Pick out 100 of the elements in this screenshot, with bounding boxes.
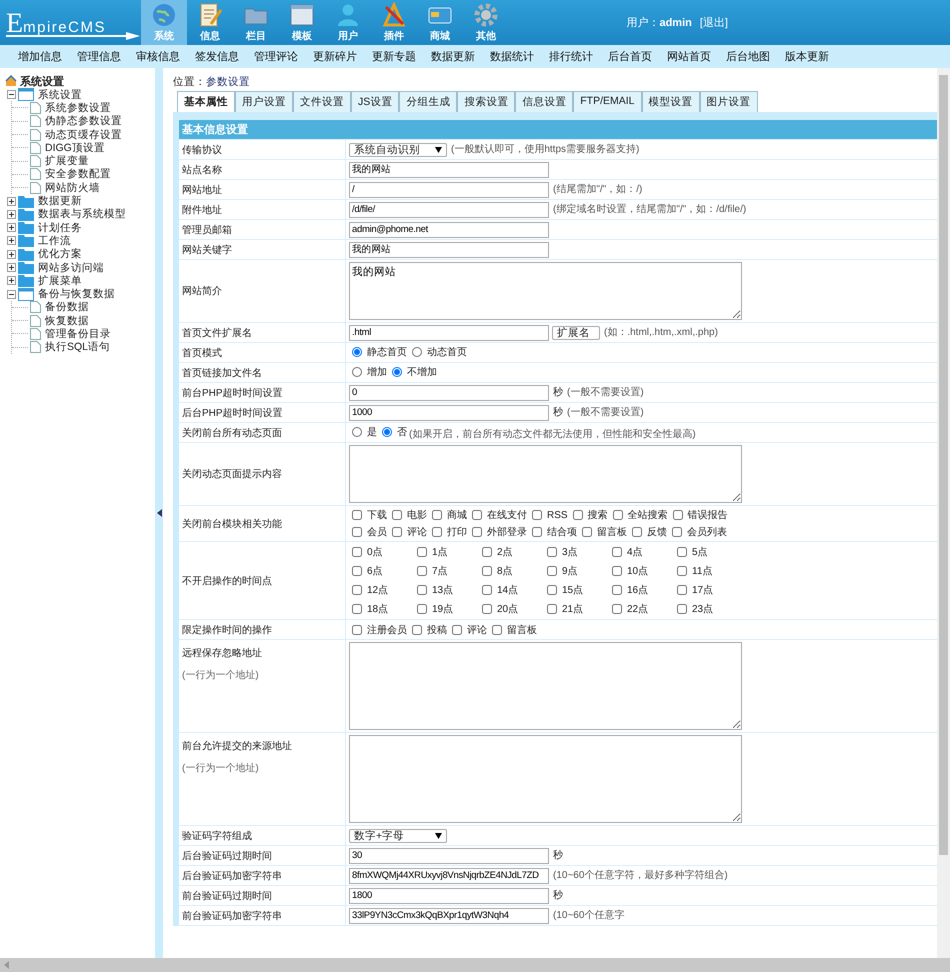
settings-tab[interactable]: JS设置 bbox=[351, 91, 400, 112]
checkbox[interactable] bbox=[352, 566, 362, 576]
radio-button[interactable] bbox=[392, 367, 402, 377]
checkbox[interactable] bbox=[417, 547, 427, 557]
tree-item[interactable]: 执行SQL语句 bbox=[45, 340, 110, 354]
scrollbar[interactable] bbox=[0, 958, 950, 972]
nav-tab[interactable]: 模板 bbox=[279, 0, 325, 45]
tree-folder[interactable]: 优化方案 bbox=[38, 247, 82, 262]
settings-tab[interactable]: 搜索设置 bbox=[457, 91, 516, 112]
nav-tab[interactable]: 插件 bbox=[371, 0, 417, 45]
tree-folder[interactable]: 扩展菜单 bbox=[38, 274, 82, 288]
tree-item[interactable]: 安全参数配置 bbox=[45, 167, 111, 182]
checkbox[interactable] bbox=[352, 547, 362, 557]
checkbox[interactable] bbox=[392, 527, 402, 537]
checkbox[interactable] bbox=[352, 527, 362, 537]
menu-link[interactable]: 数据统计 bbox=[490, 49, 534, 64]
radio-button[interactable] bbox=[382, 426, 392, 436]
checkbox[interactable] bbox=[572, 510, 583, 520]
input-field[interactable]: / bbox=[349, 182, 549, 198]
collapse-arrow-icon[interactable] bbox=[156, 509, 162, 517]
nav-tab[interactable]: 其他 bbox=[463, 0, 509, 45]
nav-tab[interactable]: 信息 bbox=[187, 0, 233, 45]
checkbox[interactable] bbox=[632, 527, 642, 537]
radio-button[interactable] bbox=[412, 347, 422, 357]
text-area[interactable] bbox=[349, 642, 742, 730]
tree-folder[interactable]: 网站多访问端 bbox=[38, 260, 104, 275]
toggle-icon[interactable] bbox=[7, 90, 16, 100]
input-field[interactable]: 8fmXWQMj44XRUxyvj8VnsNjqrbZE4NJdL7ZD bbox=[349, 868, 549, 884]
nav-tab[interactable]: 栏目 bbox=[233, 0, 279, 45]
settings-tab[interactable]: FTP/EMAIL bbox=[573, 91, 642, 112]
menu-link[interactable]: 签发信息 bbox=[195, 49, 239, 64]
settings-tab[interactable]: 基本属性 bbox=[177, 91, 235, 112]
radio-button[interactable] bbox=[352, 347, 362, 357]
input-field[interactable]: 33lP9YN3cCmx3kQqBXpr1qytW3Nqh4 bbox=[349, 908, 549, 924]
checkbox[interactable] bbox=[532, 510, 542, 520]
menu-link[interactable]: 版本更新 bbox=[785, 49, 829, 64]
checkbox[interactable] bbox=[392, 510, 402, 520]
toggle-icon[interactable] bbox=[7, 210, 16, 219]
tree-folder[interactable]: 数据更新 bbox=[38, 194, 82, 208]
input-field[interactable]: .html bbox=[349, 324, 549, 340]
input-field[interactable]: 1800 bbox=[349, 888, 549, 904]
checkbox[interactable] bbox=[352, 510, 362, 520]
checkbox[interactable] bbox=[482, 547, 492, 557]
radio-button[interactable] bbox=[352, 426, 362, 436]
menu-link[interactable]: 数据更新 bbox=[431, 49, 475, 64]
nav-tab[interactable]: 商城 bbox=[417, 0, 463, 45]
checkbox[interactable] bbox=[352, 585, 362, 595]
toggle-icon[interactable] bbox=[7, 236, 16, 246]
settings-tab[interactable]: 图片设置 bbox=[700, 91, 758, 112]
toggle-icon[interactable] bbox=[7, 196, 16, 206]
checkbox[interactable] bbox=[612, 566, 622, 576]
checkbox[interactable] bbox=[352, 624, 362, 634]
radio-button[interactable] bbox=[352, 367, 362, 377]
checkbox[interactable] bbox=[547, 604, 557, 614]
tree-item[interactable]: 系统参数设置 bbox=[45, 100, 111, 115]
input-field[interactable]: 1000 bbox=[349, 404, 549, 420]
checkbox[interactable] bbox=[432, 527, 442, 537]
menu-link[interactable]: 审核信息 bbox=[136, 49, 180, 64]
checkbox[interactable] bbox=[417, 604, 427, 614]
checkbox[interactable] bbox=[672, 510, 683, 520]
tree-item[interactable]: 管理备份目录 bbox=[45, 327, 111, 341]
settings-tab[interactable]: 模型设置 bbox=[642, 91, 700, 112]
toggle-icon[interactable] bbox=[7, 250, 16, 259]
tree-item[interactable]: 备份数据 bbox=[45, 300, 89, 314]
checkbox[interactable] bbox=[472, 527, 482, 537]
input-field[interactable]: 30 bbox=[349, 848, 549, 864]
menu-link[interactable]: 管理信息 bbox=[77, 49, 121, 64]
menu-link[interactable]: 排行统计 bbox=[549, 49, 593, 64]
tree-item[interactable]: 动态页缓存设置 bbox=[45, 128, 122, 142]
checkbox[interactable] bbox=[547, 566, 557, 576]
checkbox[interactable] bbox=[412, 624, 422, 634]
select-field[interactable]: 数字+字母 bbox=[349, 828, 447, 842]
checkbox[interactable] bbox=[612, 510, 623, 520]
select-field[interactable]: 系统自动识别 bbox=[349, 142, 447, 157]
checkbox[interactable] bbox=[432, 510, 442, 520]
text-area[interactable]: 我的网站 bbox=[349, 262, 742, 320]
checkbox[interactable] bbox=[677, 585, 687, 595]
tree-folder[interactable]: 数据表与系统模型 bbox=[38, 207, 126, 222]
text-area[interactable] bbox=[349, 445, 742, 503]
menu-link[interactable]: 后台地图 bbox=[726, 49, 770, 64]
menu-link[interactable]: 管理评论 bbox=[254, 49, 298, 64]
tree-item[interactable]: 扩展变量 bbox=[45, 154, 89, 168]
tree-item[interactable]: 伪静态参数设置 bbox=[45, 114, 122, 128]
checkbox[interactable] bbox=[612, 604, 622, 614]
checkbox[interactable] bbox=[472, 510, 482, 520]
toggle-icon[interactable] bbox=[7, 290, 16, 299]
checkbox[interactable] bbox=[532, 527, 542, 537]
menu-link[interactable]: 后台首页 bbox=[608, 49, 652, 64]
checkbox[interactable] bbox=[677, 604, 687, 614]
settings-tab[interactable]: 信息设置 bbox=[515, 91, 574, 112]
checkbox[interactable] bbox=[492, 624, 502, 634]
checkbox[interactable] bbox=[452, 624, 462, 634]
menu-link[interactable]: 更新碎片 bbox=[313, 49, 357, 64]
menu-link[interactable]: 增加信息 bbox=[18, 49, 62, 64]
tree-item[interactable]: DIGG顶设置 bbox=[45, 140, 105, 155]
checkbox[interactable] bbox=[672, 527, 682, 537]
checkbox[interactable] bbox=[612, 585, 622, 595]
input-field[interactable]: 0 bbox=[349, 384, 549, 400]
checkbox[interactable] bbox=[612, 547, 622, 557]
tree-folder[interactable]: 系统设置 bbox=[38, 88, 82, 102]
